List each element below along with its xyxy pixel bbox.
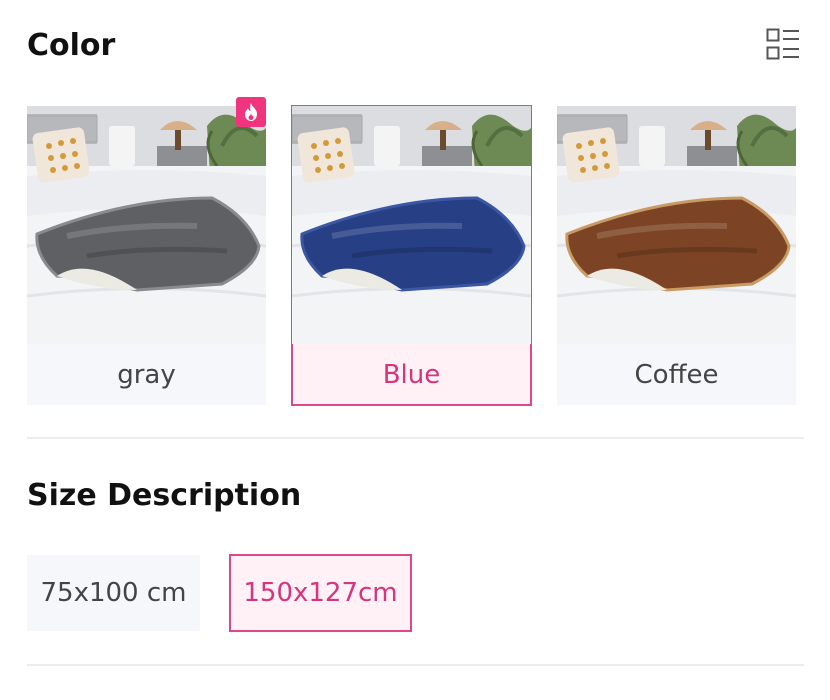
size-option-150x127[interactable]: 150x127cm <box>229 554 412 632</box>
section-divider <box>27 437 804 439</box>
product-image <box>557 106 796 344</box>
color-option-coffee[interactable]: Coffee <box>557 106 796 405</box>
product-image <box>292 106 531 344</box>
color-option-label: Coffee <box>634 359 719 390</box>
list-view-toggle-icon[interactable] <box>766 28 800 60</box>
color-option-blue[interactable]: Blue <box>291 105 532 406</box>
product-image <box>27 106 266 344</box>
fire-icon <box>236 97 266 127</box>
color-section-title: Color <box>27 28 116 63</box>
color-option-gray[interactable]: gray <box>27 106 266 405</box>
color-option-label: gray <box>117 359 176 390</box>
color-option-label: Blue <box>382 359 441 390</box>
section-divider <box>27 664 804 666</box>
size-option-75x100[interactable]: 75x100 cm <box>27 555 200 631</box>
size-section-title: Size Description <box>27 478 302 513</box>
